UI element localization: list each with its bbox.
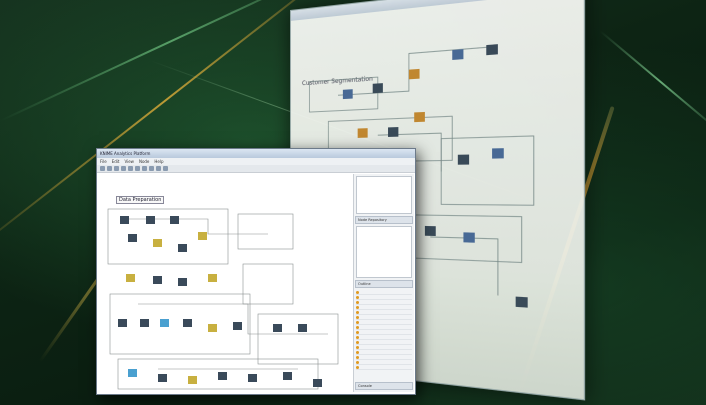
toolbar xyxy=(97,165,415,173)
menu-file[interactable]: File xyxy=(100,158,107,165)
toolbar-button[interactable] xyxy=(163,166,168,171)
toolbar-button[interactable] xyxy=(142,166,147,171)
tab-console[interactable]: Console xyxy=(355,382,413,390)
menu-bar: File Edit View Node Help xyxy=(97,158,415,165)
tab-outline[interactable]: Outline xyxy=(355,280,413,288)
side-panel: Node Repository Outline Console xyxy=(353,174,414,392)
outline-preview xyxy=(356,176,412,214)
main-application-window: KNIME Analytics Platform File Edit View … xyxy=(96,148,416,395)
toolbar-button[interactable] xyxy=(128,166,133,171)
menu-help[interactable]: Help xyxy=(154,158,163,165)
toolbar-button[interactable] xyxy=(100,166,105,171)
menu-node[interactable]: Node xyxy=(139,158,149,165)
toolbar-button[interactable] xyxy=(114,166,119,171)
tab-node-repository[interactable]: Node Repository xyxy=(355,216,413,224)
workflow-canvas[interactable]: Data Preparation xyxy=(98,174,352,392)
toolbar-button[interactable] xyxy=(156,166,161,171)
toolbar-button[interactable] xyxy=(107,166,112,171)
toolbar-button[interactable] xyxy=(121,166,126,171)
workflow-diagram xyxy=(98,174,352,392)
window-titlebar: KNIME Analytics Platform xyxy=(97,149,415,158)
toolbar-button[interactable] xyxy=(149,166,154,171)
node-list xyxy=(354,290,414,370)
menu-edit[interactable]: Edit xyxy=(112,158,120,165)
node-description xyxy=(356,226,412,278)
light-streak xyxy=(599,30,706,134)
menu-view[interactable]: View xyxy=(124,158,134,165)
list-item[interactable] xyxy=(356,365,412,370)
toolbar-button[interactable] xyxy=(135,166,140,171)
